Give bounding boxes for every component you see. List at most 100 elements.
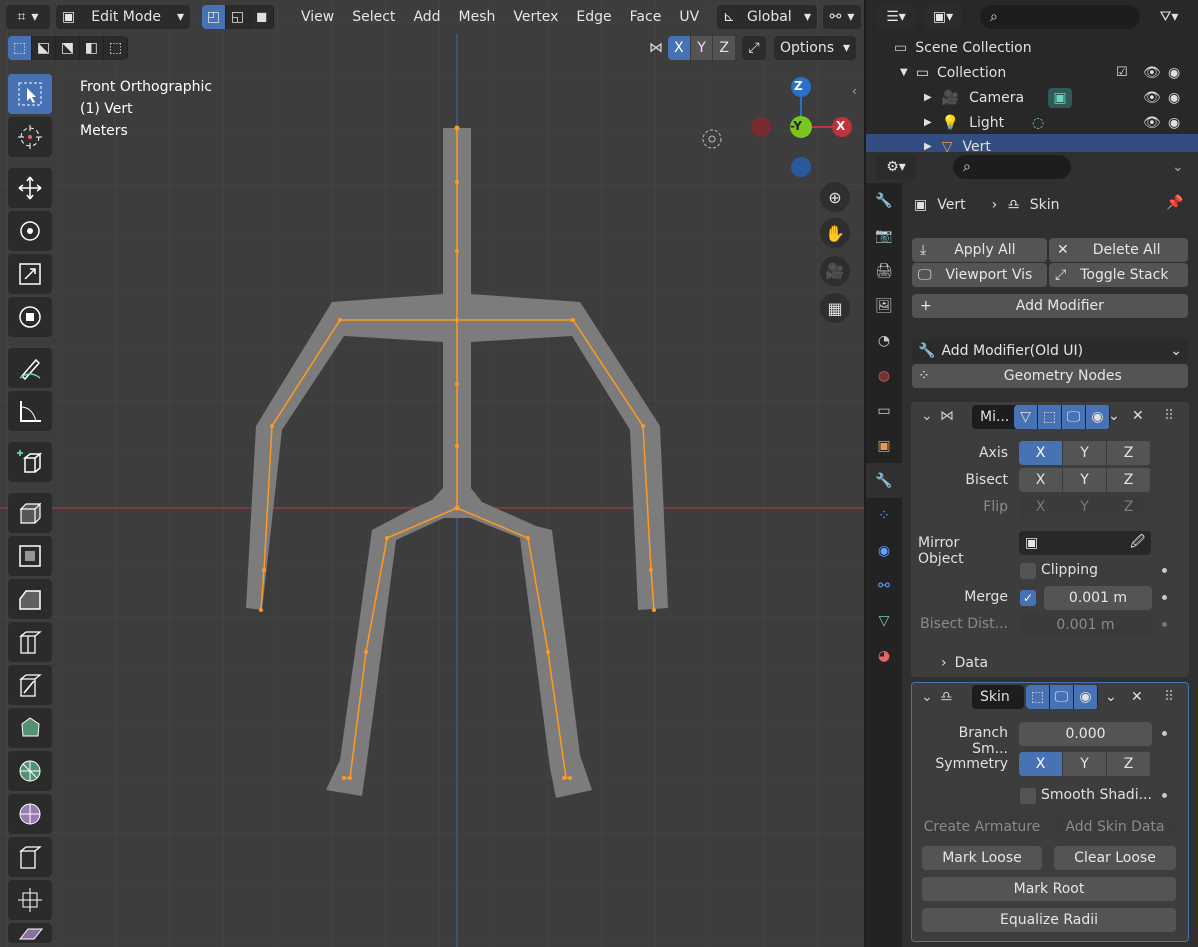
flip-y[interactable]: Y <box>1063 495 1107 519</box>
bisect-distance-field[interactable]: 0.001 m <box>1019 613 1152 637</box>
rotate-tool[interactable] <box>8 211 52 251</box>
mark-root-button[interactable]: Mark Root <box>922 877 1176 901</box>
eye-icon[interactable]: 👁 <box>1143 90 1161 106</box>
menu-select[interactable]: Select <box>343 5 404 29</box>
camera-data-icon[interactable]: ▣ <box>1048 87 1072 108</box>
menu-add[interactable]: Add <box>404 5 449 29</box>
create-armature-button[interactable]: Create Armature <box>922 815 1042 839</box>
equalize-radii-button[interactable]: Equalize Radii <box>922 908 1176 932</box>
select-subtract-icon[interactable]: ⬔ <box>56 36 80 60</box>
properties-search-input[interactable]: ⌕ <box>953 155 1071 179</box>
pin-icon[interactable]: 📌 <box>1166 195 1183 211</box>
data-tab-icon[interactable]: ▽ <box>866 603 902 638</box>
add-modifier-button[interactable]: + Add Modifier <box>912 294 1188 318</box>
viewport-icon[interactable]: 🖵 <box>1062 405 1086 429</box>
gizmo-x-label[interactable]: X <box>836 119 845 133</box>
axis-x[interactable]: X <box>1019 441 1063 465</box>
outliner-item-light[interactable]: ▶ 💡 Light ◌ 👁 ◉ <box>866 110 1198 135</box>
eye-icon[interactable]: 👁 <box>1143 65 1161 81</box>
inset-tool[interactable] <box>8 536 52 576</box>
face-select-icon[interactable]: ◼ <box>250 5 274 29</box>
mirror-object-field[interactable]: ▣ 🖉 <box>1019 531 1151 555</box>
editor-type-dropdown[interactable]: ⌗ ▾ <box>6 5 50 29</box>
toggle-stack-button[interactable]: ⤢ Toggle Stack <box>1049 263 1188 287</box>
view-layer-tab-icon[interactable]: 🖼 <box>866 288 902 323</box>
merge-checkbox[interactable]: ✓ <box>1020 590 1036 606</box>
properties-editor-type[interactable]: ⚙▾ <box>876 155 916 179</box>
filter-icon[interactable]: ⛛▾ <box>1150 5 1188 29</box>
symmetry-x[interactable]: X <box>1019 752 1063 776</box>
gizmo-z-label[interactable]: Z <box>794 79 803 93</box>
chevron-down-icon[interactable]: ⌄ <box>1108 408 1120 424</box>
keyframe-dot[interactable] <box>1162 731 1167 736</box>
select-invert-icon[interactable]: ◧ <box>80 36 104 60</box>
measure-tool[interactable] <box>8 391 52 431</box>
bisect-z[interactable]: Z <box>1107 468 1151 492</box>
viewport-vis-button[interactable]: 🖵 Viewport Vis <box>912 263 1047 287</box>
edge-select-icon[interactable]: ◱ <box>226 5 250 29</box>
particles-tab-icon[interactable]: ⁘ <box>866 498 902 533</box>
mark-loose-button[interactable]: Mark Loose <box>922 846 1042 870</box>
spin-tool[interactable] <box>8 751 52 791</box>
zoom-icon[interactable]: ⊕ <box>820 182 850 212</box>
select-new-icon[interactable]: ⬚ <box>8 36 32 60</box>
render-icon[interactable]: ◉ <box>1086 405 1110 429</box>
edit-mode-icon[interactable]: ▽ <box>1014 405 1038 429</box>
options-dropdown[interactable]: Options ▾ <box>774 36 856 60</box>
keyframe-dot[interactable] <box>1162 568 1167 573</box>
scale-tool[interactable] <box>8 254 52 294</box>
outliner-display-mode[interactable]: ☰▾ <box>876 5 916 29</box>
menu-vertex[interactable]: Vertex <box>504 5 567 29</box>
symmetry-z[interactable]: Z <box>1107 752 1151 776</box>
physics-tab-icon[interactable]: ◉ <box>866 533 902 568</box>
collapse-icon[interactable]: ⌄ <box>921 408 933 424</box>
chevron-down-icon[interactable]: ⌄ <box>1105 689 1117 705</box>
menu-mesh[interactable]: Mesh <box>450 5 505 29</box>
transform-tool[interactable] <box>8 297 52 337</box>
sidebar-toggle-icon[interactable]: ‹ <box>852 84 857 98</box>
bevel-tool[interactable] <box>8 579 52 619</box>
outliner-scene-collection[interactable]: ▭ Scene Collection <box>866 35 1198 60</box>
drag-handle-icon[interactable]: ⠿ <box>1164 689 1174 705</box>
grid-perspective-icon[interactable]: ▦ <box>820 293 850 323</box>
viewport-icon[interactable]: 🖵 <box>1050 685 1074 709</box>
apply-all-button[interactable]: ⤓ Apply All <box>912 238 1047 262</box>
symmetry-y[interactable]: Y <box>1063 752 1107 776</box>
skin-name-field[interactable]: Skin <box>972 685 1024 709</box>
poly-build-tool[interactable] <box>8 708 52 748</box>
tool-tab-icon[interactable]: 🔧 <box>866 183 902 218</box>
axis-z[interactable]: Z <box>1107 441 1151 465</box>
mirror-z-toggle[interactable]: Z <box>713 36 736 60</box>
light-data-icon[interactable]: ◌ <box>1032 115 1044 131</box>
shrink-fatten-tool[interactable] <box>8 880 52 920</box>
3d-viewport[interactable]: ⌗ ▾ ▣ Edit Mode ▾ ◰ ◱ ◼ View Select Add M… <box>0 0 864 947</box>
smooth-shading-checkbox[interactable] <box>1020 788 1036 804</box>
eye-icon[interactable]: 👁 <box>1143 115 1161 131</box>
knife-tool[interactable] <box>8 665 52 705</box>
material-tab-icon[interactable]: ◕ <box>866 638 902 673</box>
add-skin-data-button[interactable]: Add Skin Data <box>1054 815 1176 839</box>
menu-view[interactable]: View <box>292 5 343 29</box>
edit-mode-icon[interactable]: ⬚ <box>1026 685 1050 709</box>
move-tool[interactable] <box>8 168 52 208</box>
close-icon[interactable]: ✕ <box>1132 408 1144 424</box>
menu-uv[interactable]: UV <box>670 5 708 29</box>
constraints-tab-icon[interactable]: ⚯ <box>866 568 902 603</box>
world-tab-icon[interactable]: ◍ <box>866 358 902 393</box>
scene-tab-icon[interactable]: ◔ <box>866 323 902 358</box>
edge-slide-tool[interactable] <box>8 837 52 877</box>
chevron-down-icon[interactable]: ⌄ <box>1172 159 1184 175</box>
keyframe-dot[interactable] <box>1162 622 1167 627</box>
menu-edge[interactable]: Edge <box>567 5 620 29</box>
mirror-y-toggle[interactable]: Y <box>690 36 714 60</box>
clipping-checkbox[interactable] <box>1020 563 1036 579</box>
flip-z[interactable]: Z <box>1107 495 1151 519</box>
axis-y[interactable]: Y <box>1063 441 1107 465</box>
data-subpanel[interactable]: › Data <box>941 655 988 671</box>
eyedropper-icon[interactable]: 🖉 <box>1130 531 1145 555</box>
loop-cut-tool[interactable] <box>8 622 52 662</box>
drag-handle-icon[interactable]: ⠿ <box>1164 408 1174 424</box>
output-tab-icon[interactable]: 🖨 <box>866 253 902 288</box>
render-tab-icon[interactable]: 📷 <box>866 218 902 253</box>
render-camera-icon[interactable]: ◉ <box>1168 65 1180 81</box>
